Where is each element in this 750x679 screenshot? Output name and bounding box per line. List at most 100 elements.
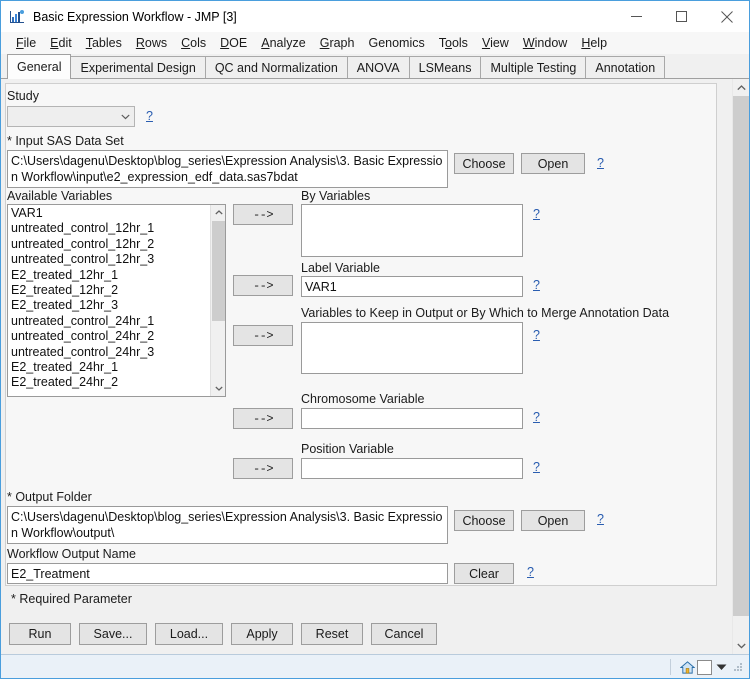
close-button[interactable] <box>704 1 749 32</box>
list-item[interactable]: E2_treated_12hr_1 <box>8 268 210 283</box>
output-choose-button[interactable]: Choose <box>454 510 514 531</box>
status-bar <box>1 654 749 678</box>
tab-lsmeans[interactable]: LSMeans <box>408 56 482 78</box>
list-item[interactable]: E2_treated_12hr_3 <box>8 298 210 313</box>
by-variables-help-link[interactable]: ? <box>533 207 540 221</box>
menu-analyze[interactable]: Analyze <box>254 34 312 52</box>
workflow-output-name-clear-button[interactable]: Clear <box>454 563 514 584</box>
tab-annotation[interactable]: Annotation <box>585 56 666 78</box>
save-button[interactable]: Save... <box>79 623 147 645</box>
button-label: Cancel <box>384 627 424 641</box>
move-to-by-variables-button[interactable]: --> <box>233 204 293 225</box>
output-open-button[interactable]: Open <box>521 510 585 531</box>
maximize-button[interactable] <box>659 1 704 32</box>
output-folder-help-link[interactable]: ? <box>597 512 604 526</box>
study-combobox[interactable] <box>7 106 135 127</box>
list-item[interactable]: untreated_control_12hr_3 <box>8 252 210 267</box>
move-to-chromosome-variable-button[interactable]: --> <box>233 408 293 429</box>
cancel-button[interactable]: Cancel <box>371 623 437 645</box>
arrow-right-icon: --> <box>252 328 274 343</box>
reset-button[interactable]: Reset <box>301 623 363 645</box>
position-variable-help-link[interactable]: ? <box>533 460 540 474</box>
menu-rows[interactable]: Rows <box>129 34 174 52</box>
tab-experimental-design[interactable]: Experimental Design <box>70 56 206 78</box>
input-data-set-field[interactable]: C:\Users\dagenu\Desktop\blog_series\Expr… <box>7 150 448 188</box>
list-item[interactable]: E2_treated_24hr_1 <box>8 360 210 375</box>
input-open-button[interactable]: Open <box>521 153 585 174</box>
tab-label: Multiple Testing <box>490 60 577 75</box>
label-variable-field[interactable]: VAR1 <box>301 276 523 297</box>
button-label: Run <box>28 627 52 641</box>
keep-variables-help-link[interactable]: ? <box>533 328 540 342</box>
scrollbar-thumb[interactable] <box>212 221 225 321</box>
menu-doe[interactable]: DOE <box>213 34 254 52</box>
menu-window[interactable]: Window <box>516 34 574 52</box>
list-item[interactable]: E2_treated_12hr_2 <box>8 283 210 298</box>
status-separator <box>670 659 671 675</box>
workflow-output-name-field[interactable]: E2_Treatment <box>7 563 448 584</box>
input-choose-button[interactable]: Choose <box>454 153 514 174</box>
label-variable-label: Label Variable <box>301 261 380 275</box>
apply-button[interactable]: Apply <box>231 623 293 645</box>
scroll-up-icon[interactable] <box>211 205 225 220</box>
tab-label: Experimental Design <box>80 60 196 75</box>
jmp-app-icon <box>9 9 25 25</box>
title-bar: Basic Expression Workflow - JMP [3] <box>1 1 749 32</box>
minimize-button[interactable] <box>614 1 659 32</box>
list-item[interactable]: untreated_control_24hr_2 <box>8 329 210 344</box>
output-folder-label: * Output Folder <box>7 490 92 504</box>
tab-qc-and-normalization[interactable]: QC and Normalization <box>204 56 348 78</box>
available-variables-items: VAR1 untreated_control_12hr_1 untreated_… <box>8 205 210 396</box>
scroll-down-icon[interactable] <box>211 381 225 396</box>
button-label: Choose <box>462 156 506 171</box>
home-icon[interactable] <box>677 656 697 678</box>
workflow-output-name-help-link[interactable]: ? <box>527 565 534 579</box>
dialog-vertical-scrollbar[interactable] <box>732 79 749 654</box>
move-to-position-variable-button[interactable]: --> <box>233 458 293 479</box>
menu-view[interactable]: View <box>475 34 516 52</box>
list-item[interactable]: E2_treated_24hr_2 <box>8 375 210 390</box>
chevron-down-icon <box>117 107 134 126</box>
available-variables-listbox[interactable]: VAR1 untreated_control_12hr_1 untreated_… <box>7 204 226 397</box>
arrow-right-icon: --> <box>252 207 274 222</box>
menu-tools[interactable]: Tools <box>432 34 475 52</box>
study-label: Study <box>7 89 39 103</box>
menu-graph[interactable]: Graph <box>313 34 362 52</box>
study-help-link[interactable]: ? <box>146 109 153 123</box>
keep-variables-field[interactable] <box>301 322 523 374</box>
scrollbar-thumb[interactable] <box>733 96 749 616</box>
input-data-set-help-link[interactable]: ? <box>597 156 604 170</box>
menu-edit[interactable]: Edit <box>43 34 79 52</box>
by-variables-field[interactable] <box>301 204 523 257</box>
run-button[interactable]: Run <box>9 623 71 645</box>
menu-cols[interactable]: Cols <box>174 34 213 52</box>
chromosome-variable-field[interactable] <box>301 408 523 429</box>
output-folder-field[interactable]: C:\Users\dagenu\Desktop\blog_series\Expr… <box>7 506 448 544</box>
tab-general[interactable]: General <box>7 54 72 79</box>
arrow-right-icon: --> <box>252 461 274 476</box>
menu-file[interactable]: File <box>9 34 43 52</box>
move-to-keep-variables-button[interactable]: --> <box>233 325 293 346</box>
tab-multiple-testing[interactable]: Multiple Testing <box>480 56 587 78</box>
chromosome-variable-help-link[interactable]: ? <box>533 410 540 424</box>
list-item[interactable]: untreated_control_24hr_3 <box>8 345 210 360</box>
chevron-down-icon[interactable] <box>716 660 727 674</box>
resize-grip[interactable] <box>731 660 745 674</box>
tab-anova[interactable]: ANOVA <box>346 56 410 78</box>
menu-genomics[interactable]: Genomics <box>361 34 431 52</box>
list-item[interactable]: untreated_control_12hr_1 <box>8 221 210 236</box>
label-variable-help-link[interactable]: ? <box>533 278 540 292</box>
menu-help[interactable]: Help <box>574 34 614 52</box>
load-button[interactable]: Load... <box>155 623 223 645</box>
available-variables-scrollbar[interactable] <box>210 205 225 396</box>
jmp-dialog-window: Basic Expression Workflow - JMP [3] File… <box>0 0 750 679</box>
list-item[interactable]: VAR1 <box>8 206 210 221</box>
list-item[interactable]: untreated_control_12hr_2 <box>8 237 210 252</box>
position-variable-field[interactable] <box>301 458 523 479</box>
move-to-label-variable-button[interactable]: --> <box>233 275 293 296</box>
list-item[interactable]: untreated_control_24hr_1 <box>8 314 210 329</box>
menu-tables[interactable]: Tables <box>79 34 129 52</box>
scroll-up-icon[interactable] <box>733 79 749 96</box>
scroll-down-icon[interactable] <box>733 637 749 654</box>
color-swatch[interactable] <box>697 659 712 675</box>
